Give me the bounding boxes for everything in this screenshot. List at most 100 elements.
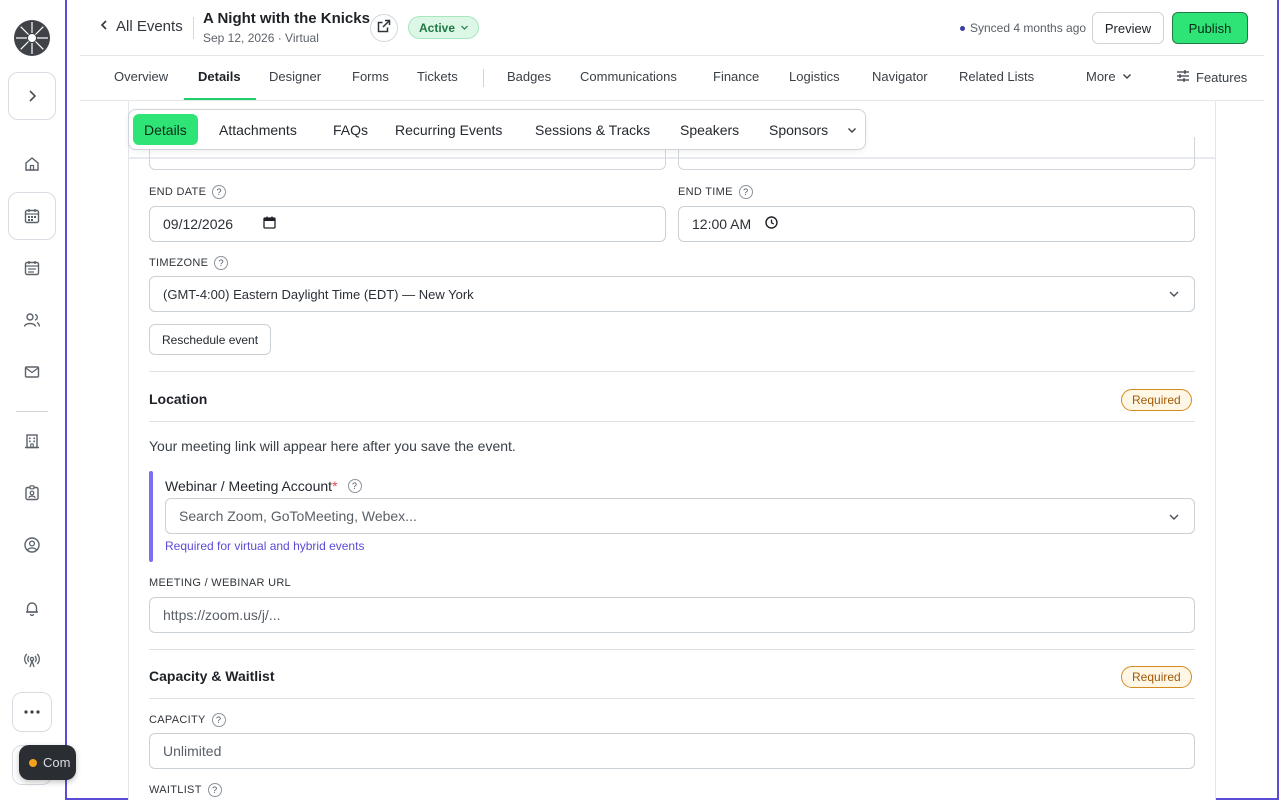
webinar-placeholder: Search Zoom, GoToMeeting, Webex... bbox=[179, 508, 417, 524]
calendar-nav-button[interactable] bbox=[8, 192, 56, 240]
open-external-button[interactable] bbox=[370, 14, 398, 42]
help-icon[interactable]: ? bbox=[211, 713, 226, 727]
tab-tickets[interactable]: Tickets bbox=[417, 69, 458, 84]
tab-overview[interactable]: Overview bbox=[114, 69, 168, 84]
waitlist-label-text: WAITLIST bbox=[149, 784, 202, 796]
event-title: A Night with the Knicks bbox=[203, 10, 370, 27]
subtab-details[interactable]: Details bbox=[133, 114, 198, 145]
event-header: All Events A Night with the Knicks Sep 1… bbox=[80, 0, 1264, 56]
status-dot-icon bbox=[29, 758, 37, 767]
logo-icon[interactable] bbox=[13, 19, 51, 57]
publish-button[interactable]: Publish bbox=[1172, 12, 1248, 44]
subtab-sponsors[interactable]: Sponsors bbox=[758, 114, 839, 145]
chevron-right-icon bbox=[25, 89, 39, 103]
tab-details[interactable]: Details bbox=[198, 69, 241, 84]
timezone-value: (GMT-4:00) Eastern Daylight Time (EDT) —… bbox=[163, 286, 474, 302]
back-link-label: All Events bbox=[116, 18, 183, 35]
chevron-down-icon bbox=[1168, 288, 1180, 303]
capacity-input[interactable]: Unlimited bbox=[149, 733, 1195, 769]
end-time-label-text: END TIME bbox=[678, 186, 733, 198]
required-badge: Required bbox=[1121, 389, 1192, 411]
subtab-speakers[interactable]: Speakers bbox=[669, 114, 750, 145]
primary-tabs: Overview Details Designer Forms Tickets … bbox=[80, 56, 1264, 101]
waitlist-label: WAITLIST ? bbox=[149, 783, 222, 797]
timezone-select[interactable]: (GMT-4:00) Eastern Daylight Time (EDT) —… bbox=[149, 276, 1195, 312]
sliders-icon bbox=[1176, 69, 1190, 86]
calendar-list-icon[interactable] bbox=[20, 256, 44, 280]
end-date-label-text: END DATE bbox=[149, 186, 207, 198]
help-icon[interactable]: ? bbox=[738, 185, 753, 199]
help-icon[interactable]: ? bbox=[214, 256, 229, 270]
tab-navigator[interactable]: Navigator bbox=[872, 69, 928, 84]
help-icon[interactable]: ? bbox=[212, 185, 227, 199]
end-date-input[interactable]: 09/12/2026 bbox=[149, 206, 666, 242]
end-date-value: 09/12/2026 bbox=[163, 216, 234, 232]
divider bbox=[149, 649, 1195, 650]
features-button[interactable]: Features bbox=[1176, 69, 1247, 86]
webinar-accent-bar bbox=[149, 471, 153, 562]
floating-status-chip[interactable]: Com bbox=[19, 745, 76, 780]
tab-logistics[interactable]: Logistics bbox=[789, 69, 840, 84]
broadcast-icon[interactable] bbox=[20, 648, 44, 672]
tab-communications[interactable]: Communications bbox=[580, 69, 677, 84]
subtab-faqs[interactable]: FAQs bbox=[322, 114, 379, 145]
timezone-label: TIMEZONE ? bbox=[149, 256, 229, 270]
chevron-left-icon bbox=[98, 18, 110, 35]
meeting-url-placeholder: https://zoom.us/j/... bbox=[163, 607, 281, 623]
calendar-picker-icon[interactable] bbox=[263, 216, 276, 232]
webinar-account-select[interactable]: Search Zoom, GoToMeeting, Webex... bbox=[165, 498, 1195, 534]
rail-divider bbox=[16, 411, 48, 412]
required-mark: * bbox=[332, 478, 338, 494]
tab-finance[interactable]: Finance bbox=[713, 69, 759, 84]
end-time-label: END TIME ? bbox=[678, 185, 753, 199]
tab-forms[interactable]: Forms bbox=[352, 69, 389, 84]
chevron-down-icon bbox=[1168, 510, 1180, 526]
more-tabs-label: More bbox=[1086, 69, 1116, 84]
capacity-title: Capacity & Waitlist bbox=[149, 668, 275, 684]
chip-label: Com bbox=[43, 755, 71, 770]
tabs-divider bbox=[483, 69, 484, 87]
clock-icon[interactable] bbox=[765, 216, 778, 232]
more-tabs-button[interactable]: More bbox=[1086, 69, 1132, 84]
timezone-label-text: TIMEZONE bbox=[149, 257, 209, 269]
calendar-icon bbox=[23, 207, 41, 225]
meeting-url-label: MEETING / WEBINAR URL bbox=[149, 577, 291, 589]
features-label: Features bbox=[1196, 70, 1248, 85]
status-label: Active bbox=[419, 20, 456, 35]
people-icon[interactable] bbox=[20, 308, 44, 332]
end-date-label: END DATE ? bbox=[149, 185, 227, 199]
end-time-input[interactable]: 12:00 AM bbox=[678, 206, 1195, 242]
subtab-recurring-events[interactable]: Recurring Events bbox=[384, 114, 513, 145]
end-time-value: 12:00 AM bbox=[692, 216, 752, 232]
chevron-down-icon[interactable] bbox=[847, 122, 857, 140]
active-tab-indicator bbox=[184, 98, 256, 100]
more-icon bbox=[24, 710, 40, 714]
divider bbox=[149, 421, 1195, 422]
badge-icon[interactable] bbox=[20, 481, 44, 505]
expand-rail-button[interactable] bbox=[8, 72, 56, 120]
tab-related-lists[interactable]: Related Lists bbox=[959, 69, 1034, 84]
reschedule-button[interactable]: Reschedule event bbox=[149, 324, 272, 355]
left-rail bbox=[0, 0, 64, 800]
bell-icon[interactable] bbox=[20, 596, 44, 620]
capacity-placeholder: Unlimited bbox=[163, 743, 222, 759]
help-icon[interactable]: ? bbox=[207, 783, 222, 797]
building-icon[interactable] bbox=[20, 429, 44, 453]
mail-icon[interactable] bbox=[20, 360, 44, 384]
webinar-label-text: Webinar / Meeting Account bbox=[165, 478, 333, 494]
back-link[interactable]: All Events bbox=[98, 18, 183, 35]
more-menu-button[interactable] bbox=[12, 692, 52, 732]
tab-designer[interactable]: Designer bbox=[269, 69, 321, 84]
subtab-attachments[interactable]: Attachments bbox=[208, 114, 308, 145]
capacity-label-text: CAPACITY bbox=[149, 714, 206, 726]
tab-badges[interactable]: Badges bbox=[507, 69, 551, 84]
home-icon[interactable] bbox=[20, 152, 44, 176]
help-icon[interactable]: ? bbox=[347, 479, 362, 493]
subtab-sessions-tracks[interactable]: Sessions & Tracks bbox=[524, 114, 661, 145]
meeting-url-input[interactable]: https://zoom.us/j/... bbox=[149, 597, 1195, 633]
preview-button[interactable]: Preview bbox=[1092, 12, 1164, 44]
status-badge[interactable]: Active bbox=[408, 16, 480, 39]
secondary-tabs: Details Attachments FAQs Recurring Event… bbox=[128, 109, 866, 150]
divider bbox=[149, 371, 1195, 372]
user-circle-icon[interactable] bbox=[20, 533, 44, 557]
